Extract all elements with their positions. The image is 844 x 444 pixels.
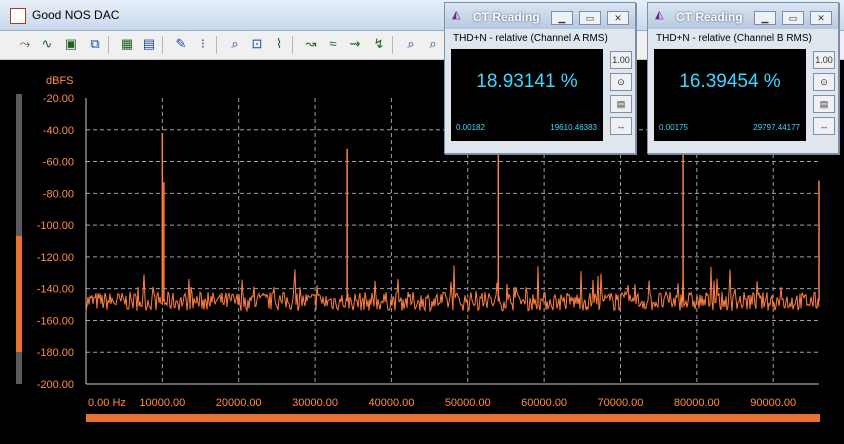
- ct-max-value: 29797.44177: [753, 123, 800, 132]
- x-tick-label: 80000.00: [674, 397, 720, 409]
- cursor-right-icon[interactable]: ≈: [324, 35, 342, 53]
- minimize-button[interactable]: ▁: [754, 11, 776, 25]
- x-tick-label: 30000.00: [292, 397, 338, 409]
- trace-icon[interactable]: ⌇: [270, 35, 288, 53]
- y-tick-label: -140.00: [37, 284, 74, 296]
- x-tick-label: 70000.00: [598, 397, 644, 409]
- find-next-icon[interactable]: ⌕: [424, 35, 442, 53]
- ct-min-value: 0.00175: [659, 123, 688, 132]
- x-tick-label: 50000.00: [445, 397, 491, 409]
- zoom-fit-icon[interactable]: ⊡: [248, 35, 266, 53]
- grid-icon[interactable]: ▦: [118, 35, 136, 53]
- link-icon[interactable]: ↔: [813, 117, 835, 135]
- app-icon: [10, 8, 26, 24]
- ct-value: 18.93141 %: [476, 71, 578, 92]
- y-tick-label: -20.00: [43, 93, 74, 105]
- ct-display: 16.39454 % 0.00175 29797.44177: [654, 49, 806, 141]
- y-tick-label: -200.00: [37, 379, 74, 391]
- scale-button[interactable]: 1.00: [610, 51, 632, 69]
- y-tick-label: -160.00: [37, 315, 74, 327]
- ct-logo-icon: ◭: [452, 9, 461, 21]
- scale-icon[interactable]: ⁝: [194, 35, 212, 53]
- ct-value: 16.39454 %: [679, 71, 781, 92]
- x-tick-label: 20000.00: [216, 397, 262, 409]
- x-tick-label: 0.00 Hz: [88, 397, 126, 409]
- settings-icon[interactable]: ▤: [610, 95, 632, 113]
- find-icon[interactable]: ⌕: [402, 35, 420, 53]
- ct-measurement-label: THD+N - relative (Channel B RMS): [656, 33, 812, 44]
- y-tick-label: -100.00: [37, 220, 74, 232]
- save-icon[interactable]: ▣: [62, 35, 80, 53]
- zoom-out-x-icon[interactable]: ∿: [38, 35, 56, 53]
- ct-title-bar[interactable]: ◭ CT Reading ▁ ▭ ✕: [445, 3, 635, 29]
- y-tick-label: -60.00: [43, 157, 74, 169]
- ct-title-bar[interactable]: ◭ CT Reading ▁ ▭ ✕: [648, 3, 838, 29]
- maximize-button[interactable]: ▭: [782, 11, 804, 25]
- meter-icon[interactable]: ⊙: [813, 73, 835, 91]
- cursor-peak-icon[interactable]: ⇝: [346, 35, 364, 53]
- meter-icon[interactable]: ⊙: [610, 73, 632, 91]
- properties-icon[interactable]: ✎: [172, 35, 190, 53]
- close-button[interactable]: ✕: [810, 11, 832, 25]
- x-tick-label: 40000.00: [368, 397, 414, 409]
- level-bar-fill: [16, 236, 22, 352]
- y-tick-label: -120.00: [37, 252, 74, 264]
- cursor-left-icon[interactable]: ↝: [302, 35, 320, 53]
- scale-button[interactable]: 1.00: [813, 51, 835, 69]
- ct-max-value: 19610.46383: [550, 123, 597, 132]
- link-icon[interactable]: ↔: [610, 117, 632, 135]
- copy-icon[interactable]: ⧉: [86, 35, 104, 53]
- y-tick-label: -40.00: [43, 125, 74, 137]
- maximize-button[interactable]: ▭: [579, 11, 601, 25]
- ct-reading-window-b[interactable]: ◭ CT Reading ▁ ▭ ✕ THD+N - relative (Cha…: [647, 2, 839, 154]
- x-tick-label: 90000.00: [750, 397, 796, 409]
- zoom-box-icon[interactable]: ⌕: [226, 35, 244, 53]
- ct-min-value: 0.00182: [456, 123, 485, 132]
- ct-logo-icon: ◭: [655, 9, 664, 21]
- x-tick-label: 10000.00: [139, 397, 185, 409]
- noise-trace: [85, 265, 820, 313]
- cursor-next-icon[interactable]: ↯: [370, 35, 388, 53]
- y-tick-label: -180.00: [37, 347, 74, 359]
- y-axis-label: dBFS: [46, 75, 74, 87]
- zoom-in-x-icon[interactable]: ⤳: [16, 35, 34, 53]
- settings-icon[interactable]: ▤: [813, 95, 835, 113]
- ct-title: CT Reading: [473, 10, 540, 24]
- ct-measurement-label: THD+N - relative (Channel A RMS): [453, 33, 608, 44]
- window-title: Good NOS DAC: [32, 8, 120, 22]
- ct-display: 18.93141 % 0.00182 19610.46383: [451, 49, 603, 141]
- print-setup-icon[interactable]: ▤: [140, 35, 158, 53]
- minimize-button[interactable]: ▁: [551, 11, 573, 25]
- x-scroll-bar: [86, 414, 820, 422]
- y-tick-label: -80.00: [43, 188, 74, 200]
- close-button[interactable]: ✕: [607, 11, 629, 25]
- x-tick-label: 60000.00: [521, 397, 567, 409]
- ct-reading-window-a[interactable]: ◭ CT Reading ▁ ▭ ✕ THD+N - relative (Cha…: [444, 2, 636, 154]
- ct-title: CT Reading: [676, 10, 743, 24]
